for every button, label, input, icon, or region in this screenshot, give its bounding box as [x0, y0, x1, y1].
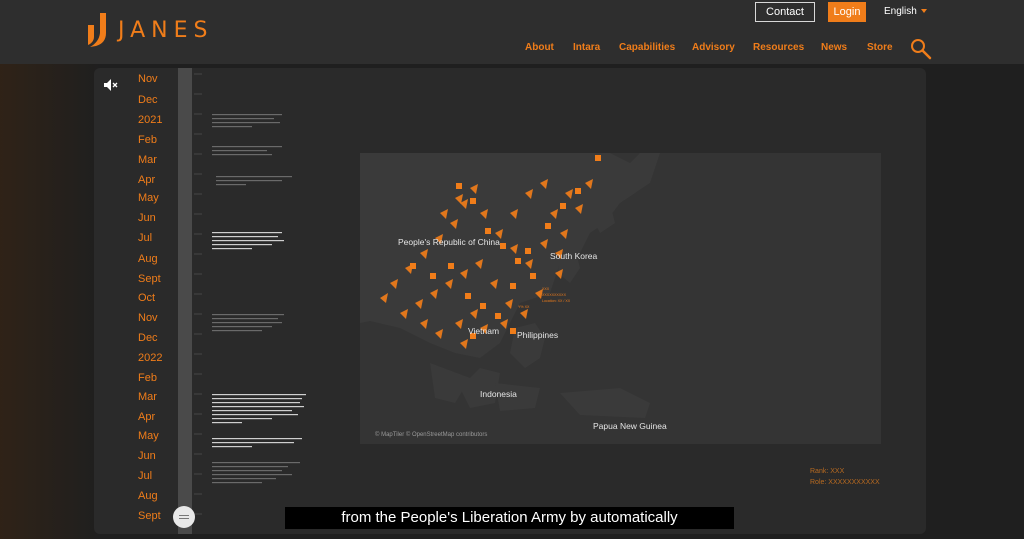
language-select[interactable]: English [884, 2, 927, 22]
nav-item-news[interactable]: News [821, 42, 847, 56]
timeline-month[interactable]: Feb [138, 134, 170, 146]
timeline-year[interactable]: 2022 [138, 352, 170, 364]
timeline-month[interactable]: Sept [138, 273, 170, 285]
map-label-china: People's Republic of China [398, 237, 500, 247]
timeline-month[interactable]: Oct [138, 292, 170, 304]
timeline-month[interactable]: May [138, 192, 170, 204]
nav-item-store[interactable]: Store [867, 42, 893, 56]
contact-button[interactable]: Contact [755, 2, 815, 22]
site-header: JANES Contact Login English About Intara… [0, 0, 1024, 64]
role-label: Role: XXXXXXXXXXX [810, 479, 880, 486]
timeline-month[interactable]: Aug [138, 490, 170, 502]
map-label-philippines: Philippines [517, 330, 559, 340]
map-label-vietnam: Vietnam [468, 326, 500, 336]
map-credit: © MapTiler © OpenStreetMap contributors [375, 432, 488, 438]
event-notes [212, 114, 306, 484]
stage-glow [0, 64, 100, 539]
marker-tag: Location: XX / XX [542, 299, 571, 303]
nav-item-about[interactable]: About [525, 42, 554, 56]
scrubber-knob-icon[interactable] [173, 506, 195, 528]
timeline-ticks [194, 73, 202, 515]
map-label-papua-new-guinea: Papua New Guinea [593, 421, 667, 431]
nav-item-resources[interactable]: Resources [753, 42, 804, 56]
nav-item-capabilities[interactable]: Capabilities [619, 42, 675, 56]
timeline-month[interactable]: Apr [138, 174, 170, 186]
timeline-month[interactable]: Jul [138, 232, 170, 244]
timeline-track[interactable] [178, 68, 192, 534]
janes-logo[interactable]: JANES [86, 13, 213, 47]
janes-logo-icon [88, 13, 106, 47]
timeline-year[interactable]: 2021 [138, 114, 170, 126]
timeline-month[interactable]: Dec [138, 94, 170, 106]
marker-tag: XXX [542, 287, 550, 291]
marker-tag: Y% XX [518, 305, 530, 309]
timeline-month[interactable]: Jul [138, 470, 170, 482]
timeline-month[interactable]: Jun [138, 450, 170, 462]
login-button[interactable]: Login [828, 2, 866, 22]
timeline-month[interactable]: May [138, 430, 170, 442]
timeline-month[interactable]: Dec [138, 332, 170, 344]
timeline-month[interactable]: Jun [138, 212, 170, 224]
timeline-month[interactable]: Mar [138, 154, 170, 166]
video-subtitle: from the People's Liberation Army by aut… [285, 507, 734, 529]
map-label-south-korea: South Korea [550, 251, 598, 261]
marker-tag: XXXXXXXXXX [542, 293, 566, 297]
search-icon[interactable] [910, 38, 932, 60]
chevron-down-icon [920, 9, 927, 14]
timeline-month[interactable]: Nov [138, 73, 170, 85]
language-label: English [884, 6, 917, 17]
map-view[interactable]: People's Republic of China South Korea V… [360, 153, 881, 444]
timeline-month[interactable]: Apr [138, 411, 170, 423]
timeline-month[interactable]: Sept [138, 510, 170, 522]
timeline-month[interactable]: Mar [138, 391, 170, 403]
rank-label: Rank: XXX [810, 468, 845, 475]
timeline-month[interactable]: Nov [138, 312, 170, 324]
speaker-muted-icon[interactable] [104, 79, 118, 91]
map-label-indonesia: Indonesia [480, 389, 517, 399]
brand-name: JANES [118, 17, 214, 43]
nav-item-advisory[interactable]: Advisory [692, 42, 735, 56]
timeline-month[interactable]: Aug [138, 253, 170, 265]
activity-markers [380, 155, 601, 349]
timeline-month[interactable]: Feb [138, 372, 170, 384]
nav-item-intara[interactable]: Intara [573, 42, 600, 56]
